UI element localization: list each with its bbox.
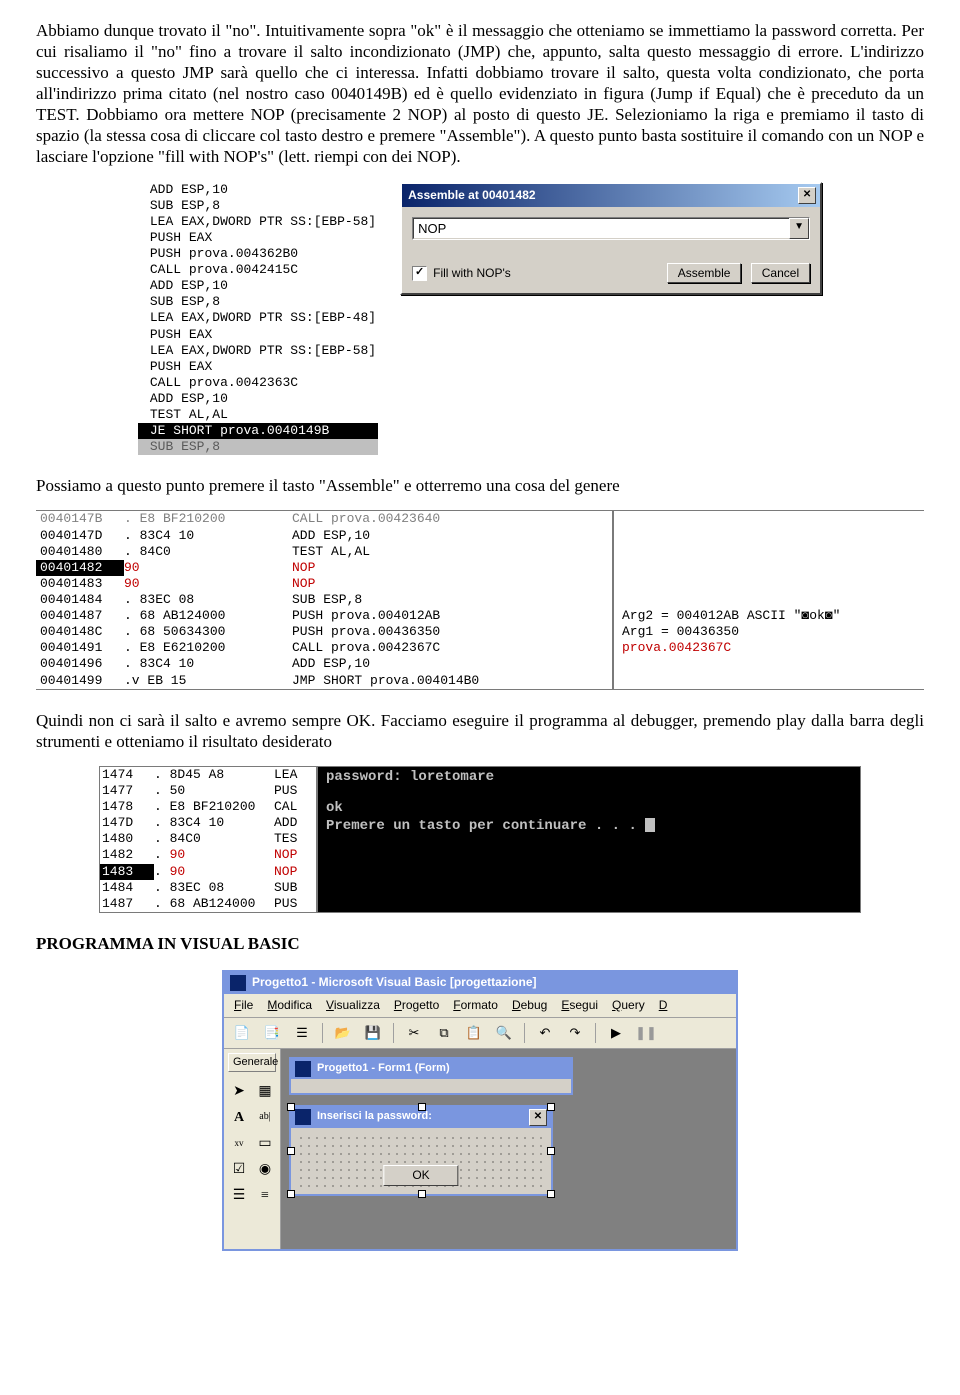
cut-icon[interactable]: ✂ [402, 1021, 426, 1045]
cursor-icon [645, 818, 655, 832]
save-icon[interactable]: 💾 [361, 1021, 385, 1045]
chevron-down-icon[interactable]: ▼ [789, 218, 809, 239]
menu-item[interactable]: Progetto [388, 996, 445, 1015]
menu-item[interactable]: File [228, 996, 259, 1015]
label-tool-icon[interactable]: A [228, 1106, 250, 1128]
disassembly-listing-1: ADD ESP,10SUB ESP,8LEA EAX,DWORD PTR SS:… [138, 182, 378, 456]
menu-item[interactable]: Modifica [261, 996, 318, 1015]
checkbox-label: Fill with NOP's [433, 266, 511, 281]
menu-item[interactable]: Visualizza [320, 996, 386, 1015]
run-icon[interactable]: ▶ [604, 1021, 628, 1045]
resize-handle-icon[interactable] [287, 1190, 295, 1198]
resize-handle-icon[interactable] [418, 1190, 426, 1198]
frame-tool-icon[interactable]: xv [228, 1132, 250, 1154]
disassembly-listing-3: 1474. 8D45 A8LEA1477. 50PUS1478. E8 BF21… [100, 767, 316, 912]
vb6-toolbar[interactable]: 📄 📑 ☰ 📂 💾 ✂ ⧉ 📋 🔍 ↶ ↷ ▶ ❚❚ [224, 1018, 736, 1049]
console-output: password: loretomare ok Premere un tasto… [316, 767, 860, 912]
form-designer-window[interactable]: Progetto1 - Form1 (Form) [289, 1057, 573, 1095]
menu-item[interactable]: D [653, 996, 674, 1015]
redo-icon[interactable]: ↷ [563, 1021, 587, 1045]
picturebox-tool-icon[interactable]: ▦ [254, 1080, 276, 1102]
cancel-button[interactable]: Cancel [751, 263, 810, 283]
assemble-button[interactable]: Assemble [667, 263, 742, 283]
resize-handle-icon[interactable] [547, 1103, 555, 1111]
checkbox-icon: ✓ [412, 266, 427, 281]
section-heading: PROGRAMMA IN VISUAL BASIC [36, 933, 924, 954]
commandbutton-tool-icon[interactable]: ▭ [254, 1132, 276, 1154]
dialog-title: Assemble at 00401482 [408, 188, 535, 203]
undo-icon[interactable]: ↶ [533, 1021, 557, 1045]
instruction-input[interactable] [413, 218, 789, 239]
combobox-tool-icon[interactable]: ☰ [228, 1184, 250, 1206]
console-line: password: loretomare [326, 769, 852, 786]
app-icon [230, 975, 246, 991]
menu-item[interactable]: Debug [506, 996, 553, 1015]
disassembly-listing-2: 0040147B. E8 BF210200CALL prova.00423640… [36, 510, 924, 689]
form-icon [295, 1109, 311, 1125]
password-dialog-title: Inserisci la password: [317, 1110, 432, 1124]
resize-handle-icon[interactable] [287, 1147, 295, 1155]
paragraph-1: Abbiamo dunque trovato il "no". Intuitiv… [36, 20, 924, 168]
figure-console-output: 1474. 8D45 A8LEA1477. 50PUS1478. E8 BF21… [36, 766, 924, 913]
resize-handle-icon[interactable] [418, 1103, 426, 1111]
paste-icon[interactable]: 📋 [462, 1021, 486, 1045]
figure-disasm-after-nop: 0040147B. E8 BF210200CALL prova.00423640… [36, 510, 924, 689]
find-icon[interactable]: 🔍 [492, 1021, 516, 1045]
vb6-mdi-area: Progetto1 - Form1 (Form) Inserisci la pa… [281, 1049, 736, 1249]
menu-item[interactable]: Formato [447, 996, 504, 1015]
menu-editor-icon[interactable]: ☰ [290, 1021, 314, 1045]
open-icon[interactable]: 📂 [331, 1021, 355, 1045]
resize-handle-icon[interactable] [287, 1103, 295, 1111]
add-form-icon[interactable]: 📑 [260, 1021, 284, 1045]
assemble-dialog: Assemble at 00401482 ✕ ▼ ✓ Fill with NOP… [400, 182, 822, 295]
fill-nops-checkbox[interactable]: ✓ Fill with NOP's [412, 266, 511, 281]
toolbox-tab[interactable]: Generale [228, 1053, 276, 1073]
vb6-window: Progetto1 - Microsoft Visual Basic [prog… [222, 970, 738, 1251]
figure-vb6-ide: Progetto1 - Microsoft Visual Basic [prog… [36, 970, 924, 1251]
password-form-window[interactable]: Inserisci la password: ✕ OK [289, 1105, 553, 1196]
debugger-with-console: 1474. 8D45 A8LEA1477. 50PUS1478. E8 BF21… [99, 766, 861, 913]
ok-button[interactable]: OK [383, 1165, 458, 1186]
paragraph-3: Quindi non ci sarà il salto e avremo sem… [36, 710, 924, 752]
new-project-icon[interactable]: 📄 [230, 1021, 254, 1045]
console-line: Premere un tasto per continuare . . . [326, 818, 852, 835]
textbox-tool-icon[interactable]: ab| [254, 1106, 276, 1128]
dialog-titlebar: Assemble at 00401482 ✕ [402, 184, 820, 207]
vb6-title: Progetto1 - Microsoft Visual Basic [prog… [252, 975, 536, 990]
vb6-menubar[interactable]: FileModificaVisualizzaProgettoFormatoDeb… [224, 994, 736, 1018]
resize-handle-icon[interactable] [547, 1147, 555, 1155]
form-icon [295, 1061, 311, 1077]
optionbutton-tool-icon[interactable]: ◉ [254, 1158, 276, 1180]
form-window-title: Progetto1 - Form1 (Form) [317, 1062, 450, 1076]
listbox-tool-icon[interactable]: ≡ [254, 1184, 276, 1206]
menu-item[interactable]: Query [606, 996, 651, 1015]
instruction-combobox[interactable]: ▼ [412, 217, 810, 240]
resize-handle-icon[interactable] [547, 1190, 555, 1198]
vb6-titlebar: Progetto1 - Microsoft Visual Basic [prog… [224, 972, 736, 994]
menu-item[interactable]: Esegui [555, 996, 604, 1015]
vb6-toolbox[interactable]: Generale ➤ ▦ A ab| xv ▭ ☑ ◉ ☰ ≡ [224, 1049, 281, 1249]
pointer-tool-icon[interactable]: ➤ [228, 1080, 250, 1102]
pause-icon[interactable]: ❚❚ [634, 1021, 658, 1045]
close-icon[interactable]: ✕ [798, 187, 816, 204]
checkbox-tool-icon[interactable]: ☑ [228, 1158, 250, 1180]
paragraph-2: Possiamo a questo punto premere il tasto… [36, 475, 924, 496]
close-icon[interactable]: ✕ [529, 1109, 547, 1126]
copy-icon[interactable]: ⧉ [432, 1021, 456, 1045]
figure-assemble-dialog: ADD ESP,10SUB ESP,8LEA EAX,DWORD PTR SS:… [36, 182, 924, 456]
console-line: ok [326, 800, 852, 817]
